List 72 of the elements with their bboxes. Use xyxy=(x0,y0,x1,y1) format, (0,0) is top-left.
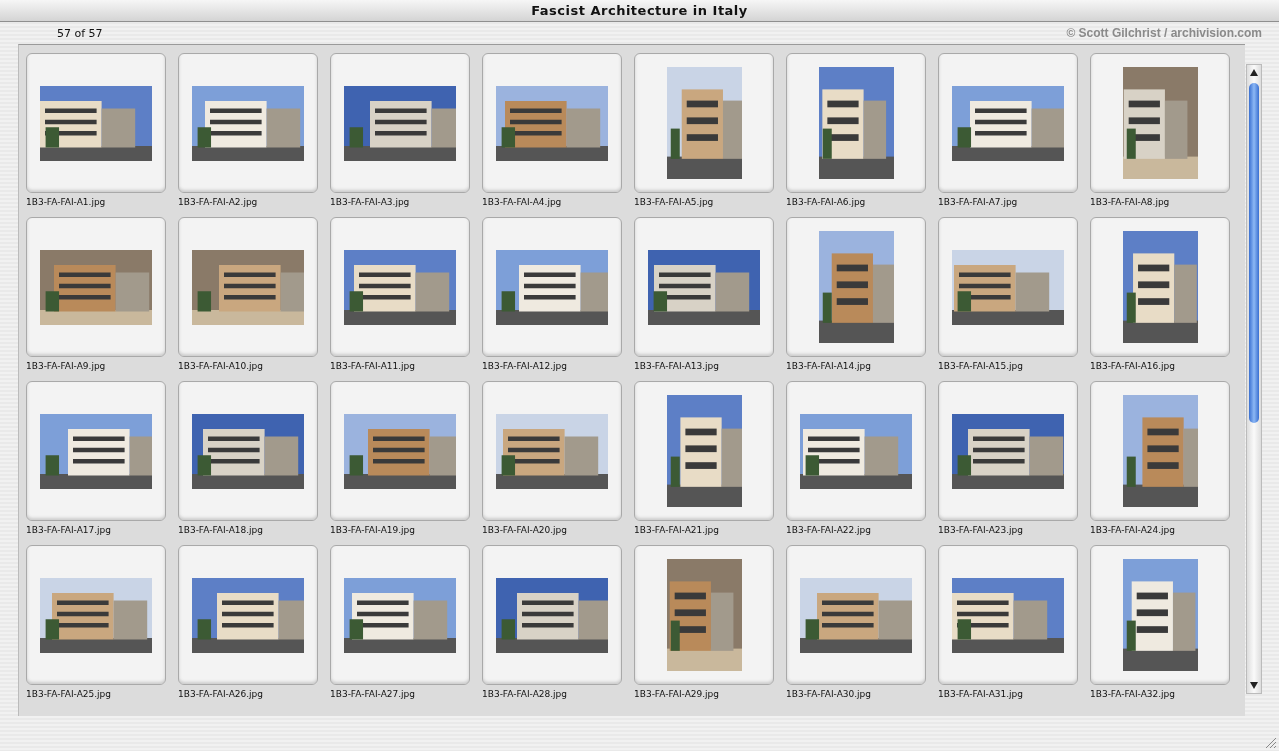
thumbnail-slide[interactable] xyxy=(330,381,470,521)
file-name: 1B3-FA-FAI-A10.jpg xyxy=(178,360,265,373)
thumbnail-slide[interactable] xyxy=(1090,217,1230,357)
thumbnail-slide[interactable] xyxy=(938,545,1078,685)
file-name: 1B3-FA-FAI-A20.jpg xyxy=(482,524,569,537)
file-name: 1B3-FA-FAI-A15.jpg xyxy=(938,360,1025,373)
thumbnail-slide[interactable] xyxy=(330,53,470,193)
thumbnail-slide[interactable] xyxy=(634,545,774,685)
thumbnail-slide[interactable] xyxy=(786,217,926,357)
thumbnail-slide[interactable] xyxy=(1090,381,1230,521)
file-name: 1B3-FA-FAI-A7.jpg xyxy=(938,196,1019,209)
thumbnail-slide[interactable] xyxy=(786,381,926,521)
file-name: 1B3-FA-FAI-A11.jpg xyxy=(330,360,417,373)
thumbnail-slide[interactable] xyxy=(26,545,166,685)
file-name: 1B3-FA-FAI-A28.jpg xyxy=(482,688,569,701)
resize-grip-icon[interactable] xyxy=(1265,737,1277,749)
file-name: 1B3-FA-FAI-A19.jpg xyxy=(330,524,417,537)
thumbnail-slide[interactable] xyxy=(786,545,926,685)
thumbnail-slide[interactable] xyxy=(1090,53,1230,193)
image-count: 57 of 57 xyxy=(57,26,103,40)
thumbnail-slide[interactable] xyxy=(634,53,774,193)
thumbnail-slide[interactable] xyxy=(330,545,470,685)
file-name: 1B3-FA-FAI-A9.jpg xyxy=(26,360,107,373)
scroll-down-icon[interactable] xyxy=(1250,682,1258,689)
thumbnail-slide[interactable] xyxy=(178,381,318,521)
thumbnail-slide[interactable] xyxy=(482,217,622,357)
file-name: 1B3-FA-FAI-A30.jpg xyxy=(786,688,873,701)
copyright-credit: © Scott Gilchrist / archivision.com xyxy=(1066,26,1262,40)
file-name: 1B3-FA-FAI-A2.jpg xyxy=(178,196,259,209)
thumbnail-slide[interactable] xyxy=(938,381,1078,521)
file-name: 1B3-FA-FAI-A25.jpg xyxy=(26,688,113,701)
thumbnail-slide[interactable] xyxy=(1090,545,1230,685)
thumbnail-slide[interactable] xyxy=(178,545,318,685)
file-name: 1B3-FA-FAI-A14.jpg xyxy=(786,360,873,373)
file-name: 1B3-FA-FAI-A6.jpg xyxy=(786,196,867,209)
file-name: 1B3-FA-FAI-A26.jpg xyxy=(178,688,265,701)
thumbnail-slide[interactable] xyxy=(26,381,166,521)
file-name: 1B3-FA-FAI-A8.jpg xyxy=(1090,196,1171,209)
file-name: 1B3-FA-FAI-A31.jpg xyxy=(938,688,1025,701)
file-name: 1B3-FA-FAI-A21.jpg xyxy=(634,524,721,537)
thumbnail-slide[interactable] xyxy=(26,217,166,357)
thumbnail-slide[interactable] xyxy=(178,53,318,193)
thumbnail-slide[interactable] xyxy=(938,217,1078,357)
file-name: 1B3-FA-FAI-A1.jpg xyxy=(26,196,107,209)
file-name: 1B3-FA-FAI-A27.jpg xyxy=(330,688,417,701)
thumbnail-slide[interactable] xyxy=(786,53,926,193)
thumbnail-slide[interactable] xyxy=(482,381,622,521)
thumbnail-slide[interactable] xyxy=(178,217,318,357)
file-name: 1B3-FA-FAI-A5.jpg xyxy=(634,196,715,209)
file-name: 1B3-FA-FAI-A24.jpg xyxy=(1090,524,1177,537)
thumbnail-slide[interactable] xyxy=(482,545,622,685)
file-name: 1B3-FA-FAI-A32.jpg xyxy=(1090,688,1177,701)
file-name: 1B3-FA-FAI-A17.jpg xyxy=(26,524,113,537)
file-name: 1B3-FA-FAI-A3.jpg xyxy=(330,196,411,209)
file-name: 1B3-FA-FAI-A12.jpg xyxy=(482,360,569,373)
scroll-thumb[interactable] xyxy=(1249,83,1259,423)
file-name: 1B3-FA-FAI-A29.jpg xyxy=(634,688,721,701)
file-name: 1B3-FA-FAI-A22.jpg xyxy=(786,524,873,537)
file-name: 1B3-FA-FAI-A13.jpg xyxy=(634,360,721,373)
file-name: 1B3-FA-FAI-A18.jpg xyxy=(178,524,265,537)
scroll-bar[interactable] xyxy=(1246,64,1262,694)
file-name: 1B3-FA-FAI-A23.jpg xyxy=(938,524,1025,537)
thumbnail-slide[interactable] xyxy=(938,53,1078,193)
thumbnail-slide[interactable] xyxy=(330,217,470,357)
file-name: 1B3-FA-FAI-A4.jpg xyxy=(482,196,563,209)
thumbnail-slide[interactable] xyxy=(634,381,774,521)
file-name: 1B3-FA-FAI-A16.jpg xyxy=(1090,360,1177,373)
thumbnail-slide[interactable] xyxy=(26,53,166,193)
thumbnail-slide[interactable] xyxy=(482,53,622,193)
scroll-up-icon[interactable] xyxy=(1250,69,1258,76)
window-title: Fascist Architecture in Italy xyxy=(531,3,748,18)
thumbnail-slide[interactable] xyxy=(634,217,774,357)
